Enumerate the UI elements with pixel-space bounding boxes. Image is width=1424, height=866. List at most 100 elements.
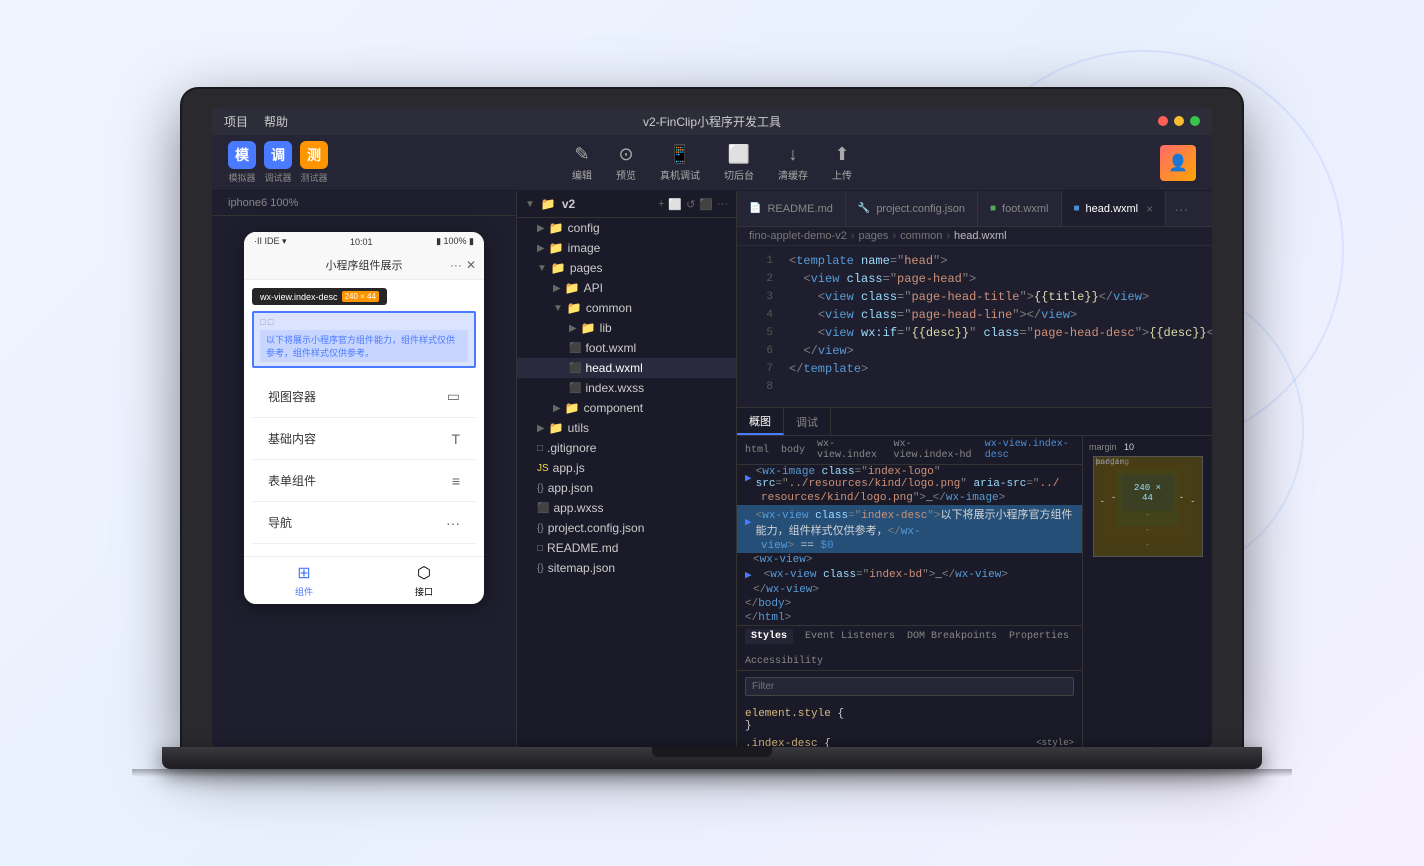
simulator-button[interactable]: 模 模拟器 (228, 141, 256, 184)
phone-content: wx-view.index-desc 240 × 44 □ □ 以下将展示小程序… (244, 280, 484, 556)
tree-item-config[interactable]: ▶ 📁 config (517, 218, 736, 238)
devtools-tab-overview[interactable]: 概图 (737, 408, 784, 435)
tree-item-app-json[interactable]: {} app.json (517, 478, 736, 498)
debugger-button[interactable]: 调 调试器 (264, 141, 292, 184)
breadcrumb-common[interactable]: common (900, 230, 942, 242)
tree-item-common[interactable]: ▼ 📁 common (517, 298, 736, 318)
component-label: component (584, 401, 643, 415)
bc-wx-view-index-hd[interactable]: wx-view.index-hd (893, 439, 972, 461)
menu-help[interactable]: 帮助 (264, 113, 288, 130)
tree-item-head-wxml[interactable]: ⬛ head.wxml (517, 358, 736, 378)
nav-item-component[interactable]: ⊞ 组件 (244, 563, 364, 598)
tree-item-readme[interactable]: □ README.md (517, 538, 736, 558)
upload-action[interactable]: ⬆ 上传 (832, 144, 852, 182)
breadcrumb-current[interactable]: head.wxml (954, 230, 1007, 242)
tree-item-foot-wxml[interactable]: ⬛ foot.wxml (517, 338, 736, 358)
list-item[interactable]: 视图容器 ▭ (252, 376, 476, 418)
code-line-5: 5 <view wx:if="{{desc}}" class="page-hea… (737, 326, 1212, 344)
tree-item-api[interactable]: ▶ 📁 API (517, 278, 736, 298)
bc-wx-view-index[interactable]: wx-view.index (817, 439, 881, 461)
styles-filter-input[interactable] (745, 677, 1074, 696)
head-wxml-tab-icon: ■ (1074, 203, 1080, 214)
box-model: margin - border - (1093, 456, 1203, 557)
head-wxml-close-icon[interactable]: × (1146, 202, 1153, 216)
code-content-8 (789, 380, 1204, 394)
clear-cache-action[interactable]: ↓ 清缓存 (778, 144, 808, 182)
app-json-label: app.json (548, 481, 593, 495)
devtools-tab-debug[interactable]: 调试 (784, 408, 831, 435)
phone-close-icon[interactable]: ✕ (466, 258, 476, 272)
collapse-icon[interactable]: ⬛ (699, 198, 713, 211)
code-line-4: 4 <view class="page-head-line"></view> (737, 308, 1212, 326)
html-line-3[interactable]: ▶ <wx-view class="index-desc">以下将展示小程序官方… (737, 505, 1082, 539)
devtools-panel: 概图 调试 html body (737, 407, 1212, 747)
expand-icon-6: ▶ (745, 568, 752, 582)
head-wxml-tab-label: head.wxml (1086, 203, 1139, 215)
close-button[interactable] (1158, 116, 1168, 126)
dom-breakpoints-tab[interactable]: DOM Breakpoints (907, 631, 997, 642)
code-editor[interactable]: 1 <template name="head"> 2 <view class="… (737, 246, 1212, 407)
laptop-container: 项目 帮助 v2-FinClip小程序开发工具 模 模拟器 调 (162, 89, 1262, 777)
tree-item-pages[interactable]: ▼ 📁 pages (517, 258, 736, 278)
menu-project[interactable]: 项目 (224, 113, 248, 130)
tree-item-index-wxss[interactable]: ⬛ index.wxss (517, 378, 736, 398)
devtools-html-inspector: html body wx-view.index wx-view.index-hd… (737, 436, 1082, 747)
tree-item-utils[interactable]: ▶ 📁 utils (517, 418, 736, 438)
breadcrumb-root[interactable]: fino-applet-demo-v2 (749, 230, 847, 242)
phone-bottom-nav: ⊞ 组件 ⬡ 接口 (244, 556, 484, 604)
refresh-icon[interactable]: ↺ (686, 198, 695, 211)
tooltip-element-name: wx-view.index-desc (260, 292, 338, 302)
minimize-button[interactable] (1174, 116, 1184, 126)
new-file-icon[interactable]: + (658, 198, 664, 211)
line-num-5: 5 (745, 326, 773, 339)
event-listeners-tab[interactable]: Event Listeners (805, 631, 895, 642)
more-tree-icon[interactable]: ··· (717, 198, 728, 211)
properties-tab[interactable]: Properties (1009, 631, 1069, 642)
tree-item-image[interactable]: ▶ 📁 image (517, 238, 736, 258)
maximize-button[interactable] (1190, 116, 1200, 126)
tree-item-project-config[interactable]: {} project.config.json (517, 518, 736, 538)
config-folder-icon: 📁 (549, 221, 564, 235)
list-item[interactable]: 基础内容 T (252, 418, 476, 460)
tree-item-app-js[interactable]: JS app.js (517, 458, 736, 478)
tree-item-component[interactable]: ▶ 📁 component (517, 398, 736, 418)
list-item[interactable]: 导航 ··· (252, 502, 476, 544)
devtools-content: html body wx-view.index wx-view.index-hd… (737, 436, 1212, 747)
tree-item-lib[interactable]: ▶ 📁 lib (517, 318, 736, 338)
device-debug-action[interactable]: 📱 真机调试 (660, 144, 700, 182)
tree-item-sitemap[interactable]: {} sitemap.json (517, 558, 736, 578)
tab-project-config[interactable]: 🔧 project.config.json (846, 191, 978, 226)
simulator-panel: iphone6 100% ·II IDE ▾ 10:01 ▮ 100% ▮ 小程… (212, 191, 517, 747)
styles-tab[interactable]: Styles (745, 629, 793, 644)
tooltip-size-badge: 240 × 44 (342, 291, 379, 302)
user-avatar[interactable]: 👤 (1160, 145, 1196, 181)
code-content-6: </view> (789, 344, 1204, 358)
laptop-base (162, 747, 1262, 769)
new-folder-icon[interactable]: ⬜ (668, 198, 682, 211)
tree-item-app-wxss[interactable]: ⬛ app.wxss (517, 498, 736, 518)
bc-html[interactable]: html (745, 445, 769, 456)
breadcrumb-pages[interactable]: pages (859, 230, 889, 242)
box-padding: padding 240 × 44 - (1116, 469, 1178, 526)
menu-item-label-1: 视图容器 (268, 388, 316, 405)
tab-readme[interactable]: 📄 README.md (737, 191, 846, 226)
nav-item-api[interactable]: ⬡ 接口 (364, 563, 484, 598)
phone-app-title: 小程序组件展示 (326, 257, 403, 273)
more-tabs-icon[interactable]: ··· (1174, 201, 1188, 217)
tree-item-gitignore[interactable]: □ .gitignore (517, 438, 736, 458)
readme-tab-label: README.md (767, 203, 832, 215)
tab-head-wxml[interactable]: ■ head.wxml × (1062, 191, 1167, 226)
edit-label: 编辑 (572, 167, 592, 182)
preview-action[interactable]: ⊙ 预览 (616, 144, 636, 182)
phone-more-icon[interactable]: ··· (450, 258, 462, 272)
edit-action[interactable]: ✎ 编辑 (572, 144, 592, 182)
accessibility-tab[interactable]: Accessibility (745, 656, 823, 667)
background-action[interactable]: ⬜ 切后台 (724, 144, 754, 182)
component-nav-icon: ⊞ (297, 563, 310, 583)
tab-foot-wxml[interactable]: ■ foot.wxml (978, 191, 1062, 226)
tree-root-chevron: ▼ (525, 199, 535, 210)
bc-body[interactable]: body (781, 445, 805, 456)
tester-button[interactable]: 测 测试器 (300, 141, 328, 184)
list-item[interactable]: 表单组件 ≡ (252, 460, 476, 502)
bc-wx-view-index-desc[interactable]: wx-view.index-desc (985, 439, 1074, 461)
